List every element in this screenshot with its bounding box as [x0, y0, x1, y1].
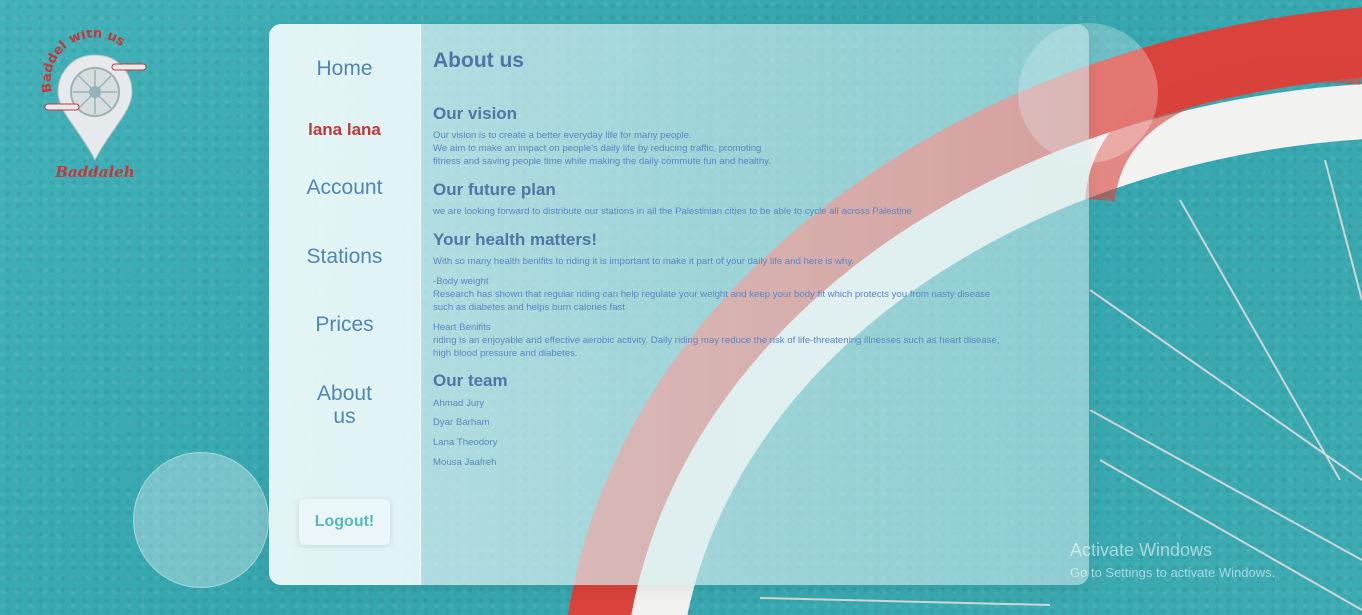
future-plan-heading: Our future plan: [433, 180, 556, 199]
heart-line-1: riding is an enjoyable and effective aer…: [433, 335, 1000, 346]
heart-line-2: high blood pressure and diabetes.: [433, 348, 578, 359]
nav-about-line1: About: [317, 382, 372, 405]
nav-account[interactable]: Account: [269, 176, 420, 199]
body-weight-title: -Body weight: [433, 276, 489, 287]
sidebar: Home lana lana Account Stations Prices A…: [269, 24, 421, 585]
nav-stations[interactable]: Stations: [269, 245, 420, 268]
future-plan-text: we are looking forward to distribute our…: [433, 206, 912, 217]
body-weight-line-1: Research has shown that regular riding c…: [433, 289, 991, 300]
brand-logo: Baddel with us Baddaleh: [40, 30, 147, 181]
activate-windows-watermark: Activate Windows Go to Settings to activ…: [1070, 540, 1275, 580]
nav-about-us[interactable]: About us: [269, 382, 420, 428]
team-member: Dyar Barham: [433, 417, 490, 428]
health-intro: With so many health benifits to riding i…: [433, 256, 855, 267]
body-weight-line-2: such as diabetes and helps burn calories…: [433, 302, 625, 313]
vision-heading: Our vision: [433, 104, 518, 123]
watermark-line-2: Go to Settings to activate Windows.: [1070, 565, 1276, 580]
nav-user-name[interactable]: lana lana: [269, 118, 420, 141]
nav-about-line2: us: [333, 405, 356, 428]
vision-line-2: We aim to make an impact on people's dai…: [433, 143, 762, 154]
about-content: About us Our vision Our vision is to cre…: [433, 24, 1073, 585]
nav-home[interactable]: Home: [269, 57, 420, 80]
page-title: About us: [433, 49, 524, 72]
watermark-line-1: Activate Windows: [1070, 540, 1213, 560]
team-member: Ahmad Jury: [433, 398, 485, 409]
logout-button[interactable]: Logout!: [299, 499, 390, 545]
nav-prices[interactable]: Prices: [269, 313, 420, 336]
team-heading: Our team: [433, 371, 508, 390]
vision-line-3: fitness and saving people time while mak…: [433, 156, 771, 167]
main-panel: Home lana lana Account Stations Prices A…: [269, 24, 1089, 585]
brand-name: Baddaleh: [54, 163, 134, 181]
health-heading: Your health matters!: [433, 230, 598, 249]
team-member: Lana Theodory: [433, 437, 498, 448]
team-member: Mousa Jaafreh: [433, 457, 497, 468]
vision-line-1: Our vision is to create a better everyda…: [433, 130, 692, 141]
heart-title: Heart Benifits: [433, 322, 491, 333]
decor-circle-left: [133, 452, 269, 588]
